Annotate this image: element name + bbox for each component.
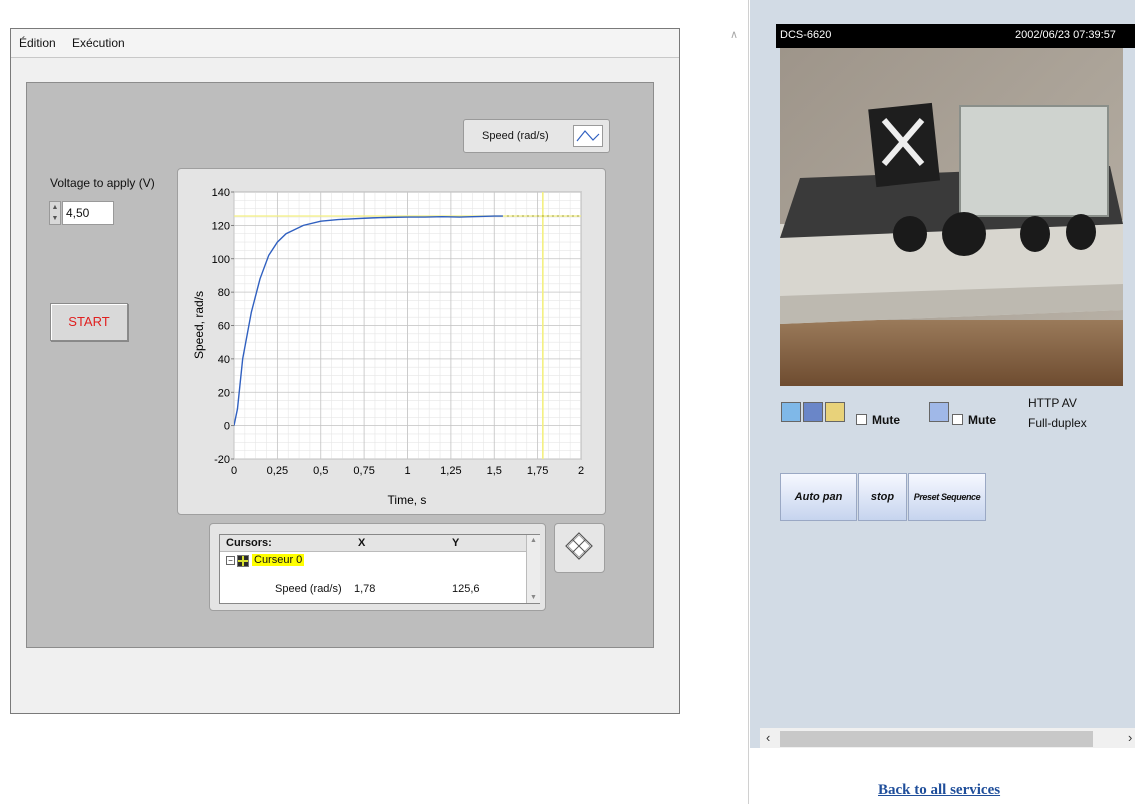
camera-video-feed [780,48,1123,386]
scrollbar-thumb[interactable] [780,731,1093,747]
legend-plot-style-icon[interactable] [573,125,603,147]
cursor-header-y: Y [452,537,460,549]
mute-checkbox-1[interactable] [856,414,867,425]
stop-button[interactable]: stop [858,473,907,521]
mute-checkbox-2[interactable] [952,414,963,425]
mute-label-1: Mute [872,413,900,427]
x-tick-label: 1,5 [487,465,502,477]
mute-label-2: Mute [968,413,996,427]
cursor-table: Cursors: X Y ▲ ▼ − Curseur 0 Speed (rad/… [219,534,540,604]
y-tick-label: 120 [212,220,230,232]
x-tick-label: 0,75 [353,465,374,477]
start-button[interactable]: START [50,303,128,341]
preset-sequence-button[interactable]: Preset Sequence [908,473,986,521]
y-tick-label: 40 [218,354,230,366]
x-tick-label: 0,25 [267,465,288,477]
y-tick-label: 80 [218,287,230,299]
y-tick-label: 60 [218,321,230,333]
voltage-increment-decrement[interactable]: ▲ ▼ [49,201,61,225]
stream-mode-label: HTTP AV [1028,396,1077,410]
camera-timestamp: 2002/06/23 07:39:57 [1015,29,1116,41]
cursor-row-x[interactable]: 1,78 [354,583,375,595]
cursor-header-name: Cursors: [226,537,272,549]
y-axis-label: Speed, rad/s [192,291,206,359]
frame-divider [748,0,749,804]
x-tick-label: 1,25 [440,465,461,477]
cursor-table-scrollbar[interactable]: ▲ ▼ [526,535,540,603]
snapshot-icon[interactable] [781,402,801,422]
speaker-icon[interactable] [825,402,845,422]
menu-edition[interactable]: Édition [19,36,56,50]
y-tick-label: 100 [212,254,230,266]
cursor-row-name: Speed (rad/s) [275,583,342,595]
menu-execution[interactable]: Exécution [72,36,125,50]
x-tick-label: 0,5 [313,465,328,477]
x-tick-label: 1,75 [527,465,548,477]
x-tick-label: 2 [578,465,584,477]
y-tick-label: 20 [218,387,230,399]
cursor-marker-icon [237,555,249,567]
line-wave-icon [576,130,600,142]
cursor-move-button[interactable] [554,523,605,573]
y-tick-label: 0 [224,421,230,433]
voltage-label: Voltage to apply (V) [50,176,155,190]
scroll-up-arrow-icon[interactable]: ∧ [730,28,738,41]
auto-pan-button[interactable]: Auto pan [780,473,857,521]
cursor-header-x: X [358,537,366,549]
diamond-move-icon [565,532,593,560]
cursor-name[interactable]: Curseur 0 [252,554,305,566]
x-tick-label: 0 [231,465,237,477]
scroll-left-arrow-icon[interactable]: ‹ [766,730,770,745]
microphone-icon[interactable] [929,402,949,422]
speed-chart: 0 0,25 0,5 0,75 1 1,25 1,5 1,75 2 -2002040608010… [192,187,584,507]
x-tick-label: 1 [404,465,410,477]
talk-icon[interactable] [803,402,823,422]
camera-title: DCS-6620 [780,29,832,41]
cursor-row-y[interactable]: 125,6 [452,583,480,595]
y-tick-label: -20 [214,454,230,466]
legend-series-label: Speed (rad/s) [482,130,549,142]
back-to-all-services-link[interactable]: Back to all services [878,782,1000,799]
y-tick-label: 140 [212,187,230,199]
duplex-mode-label: Full-duplex [1028,416,1087,430]
menu-bar: Édition Exécution [11,29,679,58]
collapse-toggle-icon[interactable]: − [226,556,235,565]
scroll-right-arrow-icon[interactable]: › [1128,730,1132,745]
voltage-input[interactable]: 4,50 [62,201,114,225]
x-axis-label: Time, s [388,493,427,507]
